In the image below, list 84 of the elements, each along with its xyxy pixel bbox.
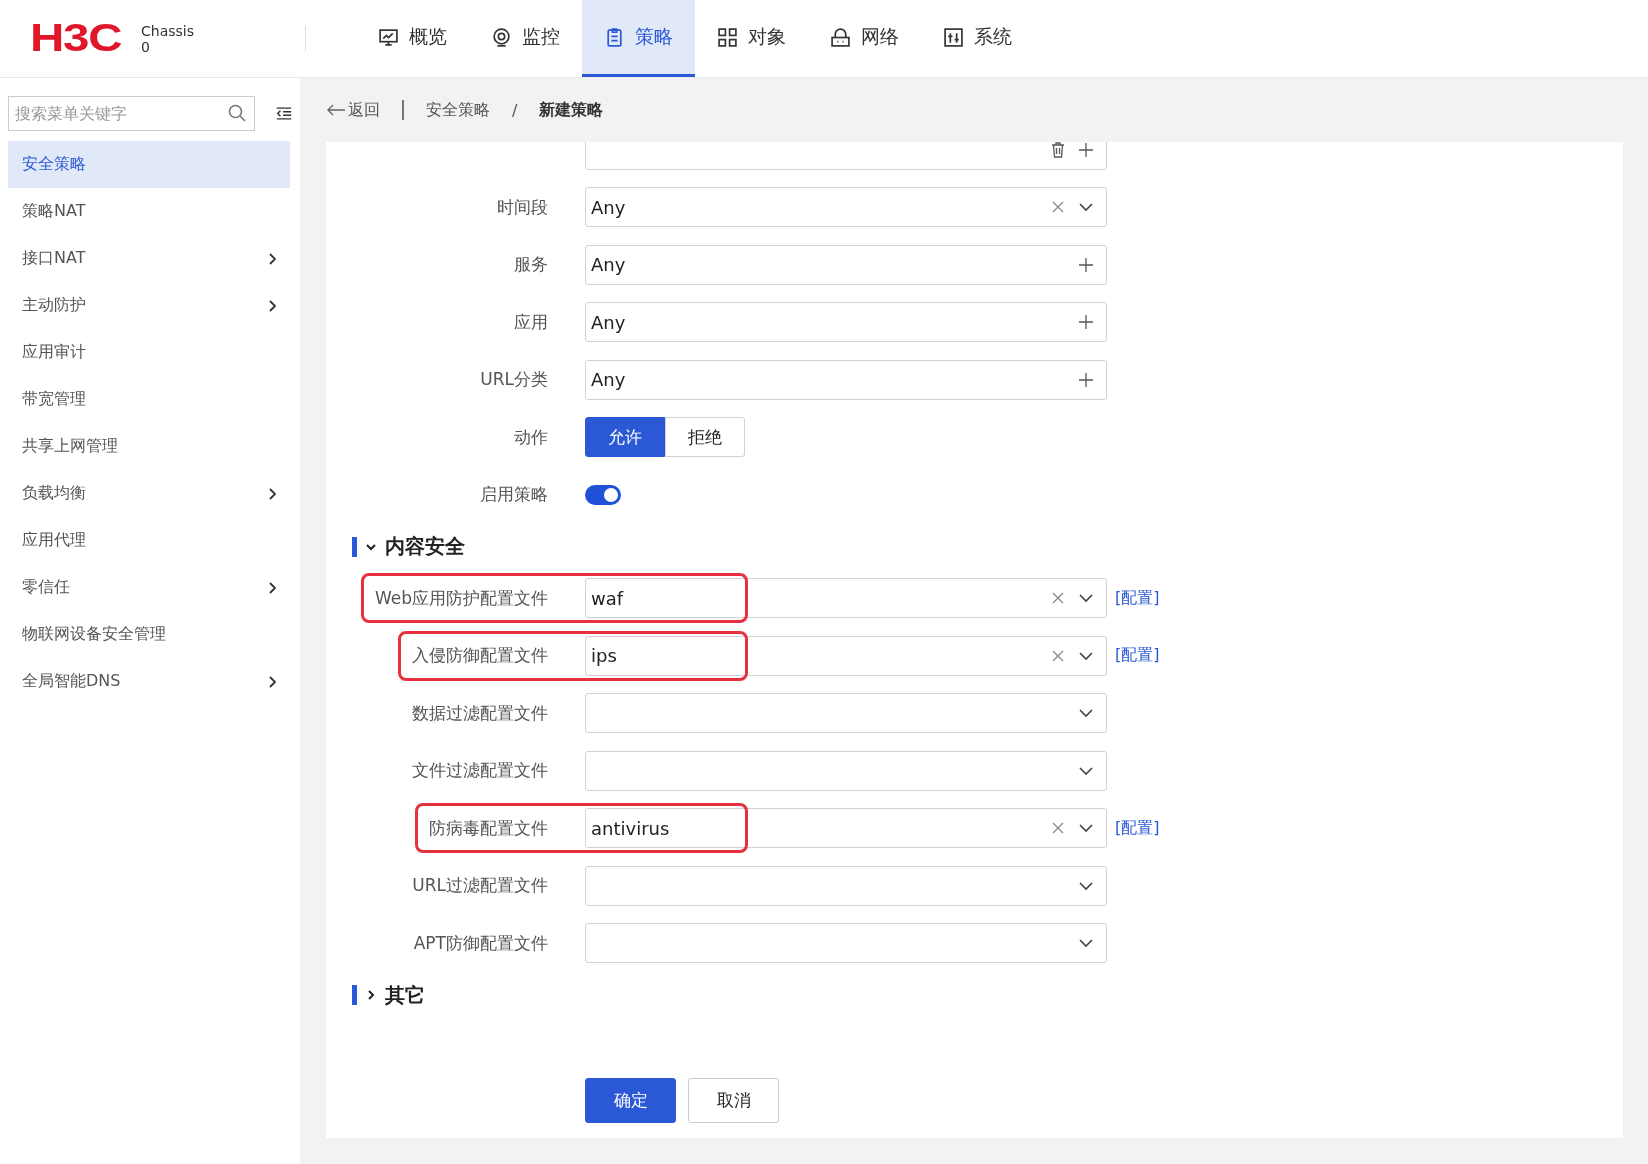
field-label: 应用 xyxy=(514,310,548,334)
segment-button[interactable]: 允许 xyxy=(585,417,665,458)
search-icon xyxy=(227,103,247,123)
chevron-right-icon xyxy=(268,487,276,500)
select-field[interactable]: waf xyxy=(585,578,1107,619)
field-label: URL分类 xyxy=(480,368,548,392)
field-label: URL过滤配置文件 xyxy=(412,874,548,898)
field-label: 防病毒配置文件 xyxy=(429,816,548,840)
config-link[interactable]: [配置] xyxy=(1115,645,1160,667)
clipboard-icon xyxy=(604,26,625,48)
search-field[interactable]: 搜索菜单关键字 xyxy=(8,96,255,131)
chevron-right-icon xyxy=(268,675,276,688)
menu-item[interactable]: 策略NAT xyxy=(8,188,290,235)
field-label: 动作 xyxy=(514,425,548,449)
field-label: 数据过滤配置文件 xyxy=(412,701,548,725)
nav-tab[interactable]: 网络 xyxy=(808,0,921,77)
menu-item[interactable]: 共享上网管理 xyxy=(8,423,290,470)
menu-item[interactable]: 负载均衡 xyxy=(8,470,290,517)
input-field[interactable]: Any xyxy=(585,244,1107,285)
nav-tab[interactable]: 系统 xyxy=(921,0,1034,77)
select-field[interactable]: antivirus xyxy=(585,808,1107,849)
location-icon xyxy=(491,26,512,48)
nav-tab[interactable]: 监控 xyxy=(469,0,582,77)
section-title[interactable]: 其它 xyxy=(385,981,425,1009)
grid-icon xyxy=(717,26,738,48)
select-field[interactable]: ips xyxy=(585,635,1107,676)
plus-icon[interactable] xyxy=(1078,371,1094,388)
nav-tab[interactable]: 策略 xyxy=(582,0,695,77)
device-label: 0 xyxy=(141,38,151,55)
select-field[interactable] xyxy=(585,750,1107,791)
toggle-switch[interactable] xyxy=(585,484,621,505)
menu-item[interactable]: 应用代理 xyxy=(8,517,290,564)
plus-icon[interactable] xyxy=(1078,314,1094,331)
section-marker xyxy=(352,536,357,557)
select-field[interactable] xyxy=(585,923,1107,964)
field-label: 时间段 xyxy=(497,195,548,219)
config-link[interactable]: [配置] xyxy=(1115,587,1160,609)
chevron-right-icon[interactable] xyxy=(365,989,377,1001)
menu-item[interactable]: 物联网设备安全管理 xyxy=(8,611,290,658)
menu-item[interactable]: 主动防护 xyxy=(8,282,290,329)
menu-item[interactable]: 安全策略 xyxy=(8,141,290,188)
field-label: 启用策略 xyxy=(480,483,548,507)
logo: H3C xyxy=(30,17,122,60)
lock-icon xyxy=(830,26,851,48)
device-label: Chassis xyxy=(141,22,195,39)
arrow-left-icon xyxy=(326,104,346,116)
breadcrumb-item[interactable]: 安全策略 xyxy=(426,99,490,121)
select-field[interactable] xyxy=(585,693,1107,734)
field-label: 文件过滤配置文件 xyxy=(412,759,548,783)
plus-icon[interactable] xyxy=(1078,142,1094,158)
segment-button[interactable]: 拒绝 xyxy=(665,417,745,458)
select-field[interactable] xyxy=(585,865,1107,906)
field-label: Web应用防护配置文件 xyxy=(374,586,548,610)
chevron-right-icon xyxy=(268,299,276,312)
field-label: 服务 xyxy=(514,253,548,277)
field-label: APT防御配置文件 xyxy=(413,931,548,955)
breadcrumb-item: 新建策略 xyxy=(539,99,604,121)
input-field[interactable]: Any xyxy=(585,187,1107,228)
monitor-icon xyxy=(378,26,399,48)
breadcrumb-separator: / xyxy=(512,100,518,120)
collapse-menu-icon[interactable] xyxy=(275,106,293,121)
menu-item[interactable]: 接口NAT xyxy=(8,235,290,282)
menu-item[interactable]: 带宽管理 xyxy=(8,376,290,423)
chevron-right-icon xyxy=(268,581,276,594)
back-label[interactable]: 返回 xyxy=(348,99,380,121)
confirm-button[interactable]: 确定 xyxy=(585,1078,676,1123)
plus-icon[interactable] xyxy=(1078,256,1094,273)
chevron-right-icon xyxy=(268,252,276,265)
menu-item[interactable]: 应用审计 xyxy=(8,329,290,376)
input-field[interactable]: Any xyxy=(585,302,1107,343)
trash-icon[interactable] xyxy=(1050,142,1066,158)
nav-tab[interactable]: 对象 xyxy=(695,0,808,77)
section-title[interactable]: 内容安全 xyxy=(385,533,465,560)
menu-item[interactable]: 零信任 xyxy=(8,564,290,611)
sliders-icon xyxy=(943,26,964,48)
input-field[interactable]: Any xyxy=(585,359,1107,400)
config-link[interactable]: [配置] xyxy=(1115,817,1160,839)
input-field[interactable] xyxy=(585,142,1107,170)
cancel-button[interactable]: 取消 xyxy=(688,1078,779,1123)
nav-tab[interactable]: 概览 xyxy=(356,0,469,77)
field-label: 入侵防御配置文件 xyxy=(412,644,548,668)
back-link[interactable]: 返回 xyxy=(326,99,380,121)
section-marker xyxy=(352,985,357,1005)
menu-item[interactable]: 全局智能DNS xyxy=(8,658,290,705)
